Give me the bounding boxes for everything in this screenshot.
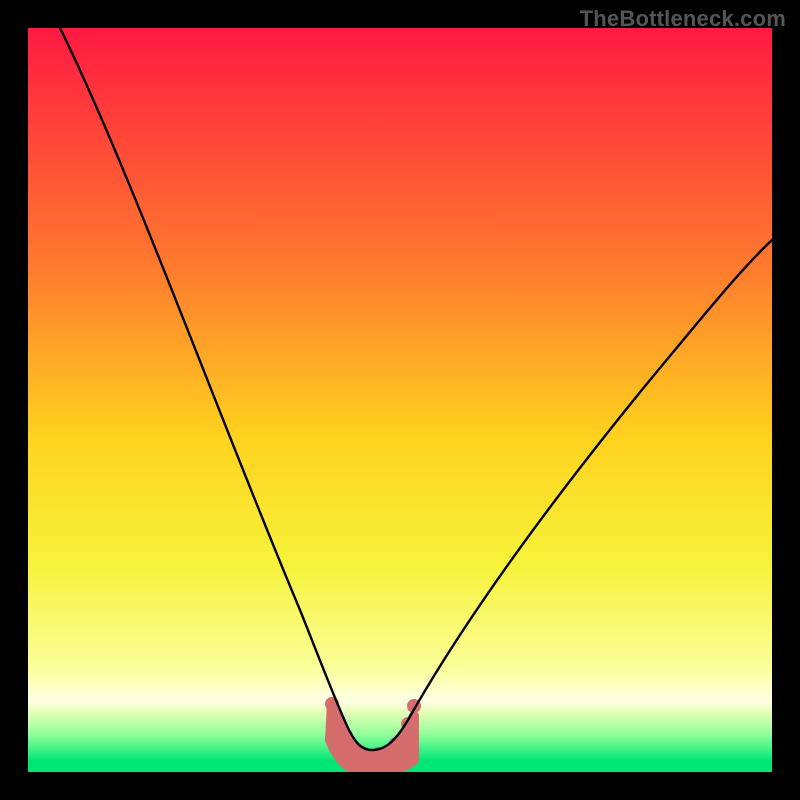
plot-background <box>28 28 772 772</box>
chart-stage: TheBottleneck.com <box>0 0 800 800</box>
bottleneck-chart <box>0 0 800 800</box>
watermark-text: TheBottleneck.com <box>580 6 786 32</box>
valley-dot <box>389 737 403 751</box>
